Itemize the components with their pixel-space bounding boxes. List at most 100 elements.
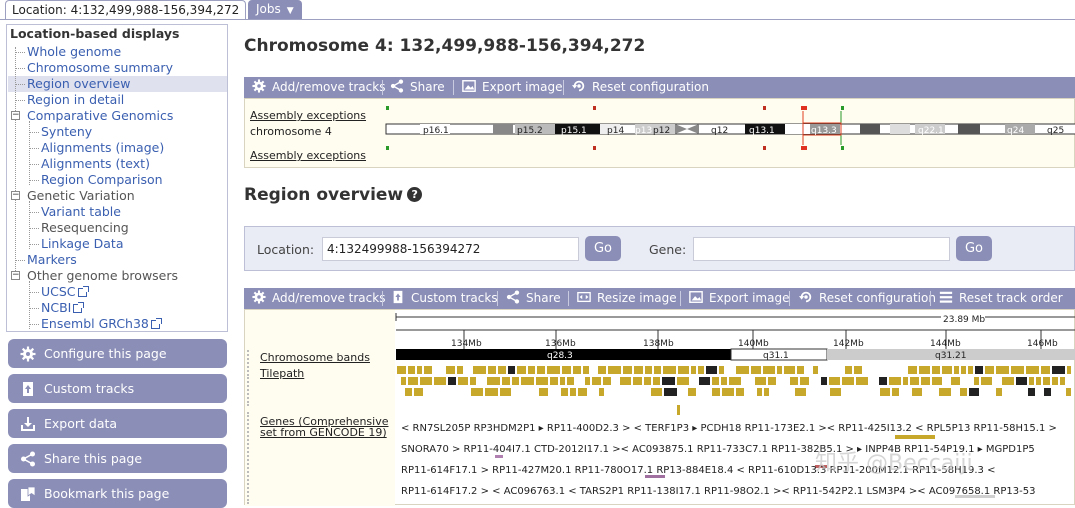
drag-handle[interactable] [247,350,252,372]
tilepath-block [1016,377,1027,385]
tilepath-block [879,377,887,385]
reset-track-order-button[interactable]: Reset track order [939,288,1063,309]
nav-genetic-variation[interactable]: Genetic Variation [27,188,135,204]
tilepath-block [736,366,749,374]
image-icon [462,80,476,92]
tilepath-block [1011,366,1024,374]
nav-region-comparison[interactable]: Region Comparison [41,172,163,188]
nav-alignments-text[interactable]: Alignments (text) [41,156,150,172]
export-image-button[interactable]: Export image [689,288,789,309]
drag-handle[interactable] [247,374,252,406]
chromosome-label: chromosome 4 [250,125,332,138]
tree-branch [29,244,39,245]
nav-alignments-image[interactable]: Alignments (image) [41,140,164,156]
gear-icon [252,79,266,93]
tilepath-block [757,388,762,396]
collapse-icon[interactable]: − [11,111,20,120]
resize-image-button[interactable]: Resize image [577,288,677,309]
top-bar: Location: 4:132,499,988-156,394,272 Jobs… [0,0,1075,20]
help-icon[interactable]: ? [407,187,423,202]
export-image-button[interactable]: Export image [462,77,562,98]
track-label-chromosome-bands[interactable]: Chromosome bands [260,351,370,364]
tilepath-block [974,377,979,385]
tick-label-146mb: 146Mb [1027,339,1058,349]
band-label: p16.1 [423,126,449,136]
add-remove-tracks-button[interactable]: Add/remove tracks [252,288,385,309]
tilepath-block [1043,377,1050,385]
tilepath-block [664,388,677,396]
custom-tracks-button[interactable]: Custom tracks [8,374,227,403]
nav-region-overview[interactable]: Region overview [27,76,130,92]
band-label: p14 [607,126,624,136]
assembly-exceptions-bottom[interactable]: Assembly exceptions [250,149,366,162]
nav-comparative-genomics[interactable]: Comparative Genomics [27,108,173,124]
collapse-icon[interactable]: − [11,191,20,200]
region-track-image[interactable]: 23.89 Mb 134Mb 136Mb 138Mb 140Mb 142Mb 1… [395,310,1075,506]
external-link-icon [150,318,162,329]
nav-ucsc[interactable]: UCSC [41,284,89,300]
tree-branch [29,164,39,165]
track-label-genes[interactable]: Genes (Comprehensive set from GENCODE 19… [260,416,392,438]
chromosome-ideogram[interactable]: p16.1 p15.2 p15.1 p14 p13 p12 q12 q13.1 … [385,103,1075,163]
drag-handle[interactable] [247,412,252,504]
nav-linkage-data[interactable]: Linkage Data [41,236,123,252]
tilepath-block [485,388,498,396]
list-order-icon [939,291,953,303]
tilepath-block [919,366,930,374]
configure-page-button[interactable]: Configure this page [8,339,227,368]
export-data-button[interactable]: Export data [8,409,227,438]
share-button[interactable]: Share [390,77,445,98]
nav-other-genome-browsers[interactable]: Other genome browsers [27,268,178,284]
collapse-icon[interactable]: − [11,271,20,280]
tree-branch [15,68,25,69]
tilepath-block [585,377,590,385]
bookmark-page-button[interactable]: Bookmark this page [8,479,227,508]
nav-ensembl-grch38[interactable]: Ensembl GRCh38 [41,316,162,332]
add-remove-tracks-label: Add/remove tracks [272,291,386,305]
tilepath-block [583,366,589,374]
resize-image-label: Resize image [597,291,677,305]
add-remove-tracks-button[interactable]: Add/remove tracks [252,77,385,98]
ideogram-panel: Assembly exceptions chromosome 4 Assembl… [244,98,1075,168]
tab-jobs[interactable]: Jobs ▼ [248,0,302,19]
tilepath-block [691,366,696,374]
nav-region-in-detail[interactable]: Region in detail [27,92,124,108]
track-label-tilepath[interactable]: Tilepath [260,367,304,380]
share-page-button[interactable]: Share this page [8,444,227,473]
nav-ncbi[interactable]: NCBI [41,300,85,316]
reset-configuration-button[interactable]: Reset configuration [799,288,936,309]
nav-variant-table[interactable]: Variant table [41,204,121,220]
page-title: Chromosome 4: 132,499,988-156,394,272 [244,36,646,56]
tilepath-block [790,377,798,385]
gene-go-button[interactable]: Go [956,236,992,261]
tick-label-138mb: 138Mb [643,339,674,349]
tilepath-block [446,366,455,374]
tab-location[interactable]: Location: 4:132,499,988-156,394,272 [5,0,247,20]
tilepath-block [560,377,565,385]
export-image-label: Export image [482,80,563,94]
nav-markers[interactable]: Markers [27,252,77,268]
gene-label: Gene: [649,242,687,257]
tree-branch [29,228,39,229]
external-link-icon [73,302,85,313]
nav-chromosome-summary[interactable]: Chromosome summary [27,60,173,76]
gene-input[interactable] [693,237,950,261]
toolbar-divider [382,291,383,306]
tilepath-block [1029,377,1034,385]
tilepath-block [954,366,959,374]
tilepath-block [821,377,827,385]
assembly-exceptions-top[interactable]: Assembly exceptions [250,109,366,122]
nav-header: Location-based displays [10,26,180,41]
chevron-down-icon: ▼ [286,6,294,16]
location-go-button[interactable]: Go [585,236,621,261]
share-button[interactable]: Share [506,288,561,309]
download-icon [21,417,35,431]
tilepath-block [736,388,744,396]
nav-whole-genome[interactable]: Whole genome [27,44,121,60]
location-input[interactable]: 4:132499988-156394272 [322,237,579,261]
reset-configuration-button[interactable]: Reset configuration [572,77,709,98]
tilepath-block [608,366,621,374]
nav-synteny[interactable]: Synteny [41,124,92,140]
tilepath-block [829,377,840,385]
custom-tracks-button[interactable]: Custom tracks [391,288,498,309]
